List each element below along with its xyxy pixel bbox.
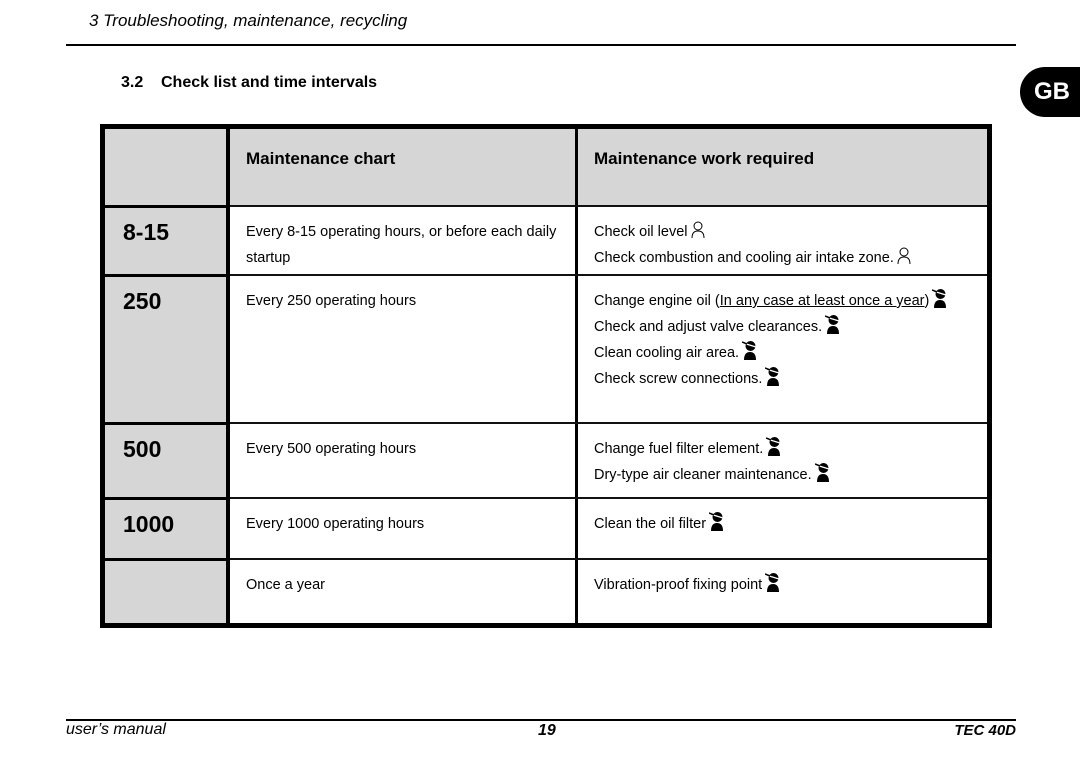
task-list: Change fuel filter element. Dry-type air… — [594, 436, 831, 488]
page-number: 19 — [538, 722, 556, 739]
technician-icon — [814, 462, 831, 491]
work-cell: Vibration-proof fixing point — [578, 560, 987, 623]
table-row: Once a year Vibration-proof fixing point — [105, 558, 987, 623]
task-item: Change fuel filter element. — [594, 436, 831, 462]
task-text: Check oil level — [594, 224, 688, 240]
task-item: Check oil level — [594, 219, 911, 245]
task-text: Clean cooling air area. — [594, 345, 740, 361]
technician-icon — [741, 340, 758, 369]
task-text: Clean the oil filter — [594, 516, 707, 532]
work-cell: Check oil level Check combustion and coo… — [578, 207, 987, 276]
task-text: Check and adjust valve clearances. — [594, 319, 823, 335]
interval-cell: 8-15 — [105, 205, 230, 276]
work-cell: Change engine oil (In any case at least … — [578, 276, 987, 424]
interval-description: Every 250 operating hours — [246, 293, 417, 309]
table-row: 500 Every 500 operating hours Change fuel … — [105, 422, 987, 499]
chart-cell: Once a year — [230, 560, 578, 623]
table-row: 250 Every 250 operating hours Change engin… — [105, 274, 987, 424]
task-item: Check combustion and cooling air intake … — [594, 245, 911, 271]
maintenance-table: Maintenance chart Maintenance work requi… — [100, 124, 992, 628]
header-interval-cell — [105, 129, 230, 205]
interval-label: 500 — [123, 436, 162, 462]
chart-cell: Every 8-15 operating hours, or before ea… — [230, 207, 578, 276]
task-suffix: ) — [924, 293, 930, 309]
task-text: Change engine oil ( — [594, 293, 720, 309]
task-item: Vibration-proof fixing point — [594, 572, 781, 598]
table-row: 8-15 Every 8-15 operating hours, or befor… — [105, 205, 987, 276]
interval-label: 1000 — [123, 511, 175, 537]
interval-description: Every 500 operating hours — [246, 441, 417, 457]
chart-cell: Every 500 operating hours — [230, 424, 578, 499]
interval-cell: 500 — [105, 422, 230, 499]
user-outline-icon — [691, 221, 705, 248]
interval-cell — [105, 558, 230, 623]
interval-cell: 250 — [105, 274, 230, 424]
technician-icon — [824, 314, 841, 343]
technician-icon — [765, 436, 782, 465]
table-header-row: Maintenance chart Maintenance work requi… — [105, 129, 987, 205]
task-text: Dry-type air cleaner maintenance. — [594, 467, 812, 483]
section-number: 3.2 — [121, 74, 144, 91]
footer-right: TEC 40D — [954, 722, 1016, 739]
header-work-cell: Maintenance work required — [578, 129, 987, 205]
task-note: In any case at least once a year — [719, 293, 925, 309]
interval-description: Every 8-15 operating hours, or before ea… — [246, 224, 557, 266]
user-outline-icon — [897, 247, 911, 274]
footer-rule — [66, 719, 1016, 721]
task-item: Dry-type air cleaner maintenance. — [594, 462, 831, 488]
task-item: Clean the oil filter — [594, 511, 725, 537]
task-list: Change engine oil (In any case at least … — [594, 288, 948, 392]
interval-label: 250 — [123, 288, 162, 314]
work-cell: Change fuel filter element. Dry-type air… — [578, 424, 987, 499]
language-tab: GB — [1020, 67, 1080, 117]
chart-cell: Every 250 operating hours — [230, 276, 578, 424]
interval-description: Every 1000 operating hours — [246, 516, 425, 532]
table-row: 1000 Every 1000 operating hours Clean the … — [105, 497, 987, 560]
header-maintenance-work: Maintenance work required — [594, 149, 815, 168]
task-text: Check combustion and cooling air intake … — [594, 250, 894, 266]
task-text: Change fuel filter element. — [594, 441, 764, 457]
interval-cell: 1000 — [105, 497, 230, 560]
task-text: Check screw connections. — [594, 371, 763, 387]
task-list: Vibration-proof fixing point — [594, 572, 781, 598]
running-head: 3 Troubleshooting, maintenance, recyclin… — [89, 11, 408, 30]
task-item: Check screw connections. — [594, 366, 948, 392]
task-list: Clean the oil filter — [594, 511, 725, 537]
task-item: Clean cooling air area. — [594, 340, 948, 366]
task-item: Change engine oil (In any case at least … — [594, 288, 948, 314]
technician-icon — [764, 572, 781, 601]
section-title: 3.2 Check list and time intervals — [121, 74, 377, 92]
technician-icon — [708, 511, 725, 540]
task-list: Check oil level Check combustion and coo… — [594, 219, 911, 271]
technician-icon — [765, 366, 781, 395]
header-maintenance-chart: Maintenance chart — [246, 149, 396, 168]
footer-left: user’s manual — [66, 721, 166, 738]
work-cell: Clean the oil filter — [578, 499, 987, 560]
chart-cell: Every 1000 operating hours — [230, 499, 578, 560]
task-item: Check and adjust valve clearances. — [594, 314, 948, 340]
header-chart-cell: Maintenance chart — [230, 129, 578, 205]
task-text: Vibration-proof fixing point — [594, 577, 763, 593]
interval-description: Once a year — [246, 577, 325, 593]
header-rule — [66, 44, 1016, 46]
interval-label: 8-15 — [123, 219, 170, 245]
section-title-text: Check list and time intervals — [161, 74, 378, 91]
technician-icon — [932, 288, 948, 317]
